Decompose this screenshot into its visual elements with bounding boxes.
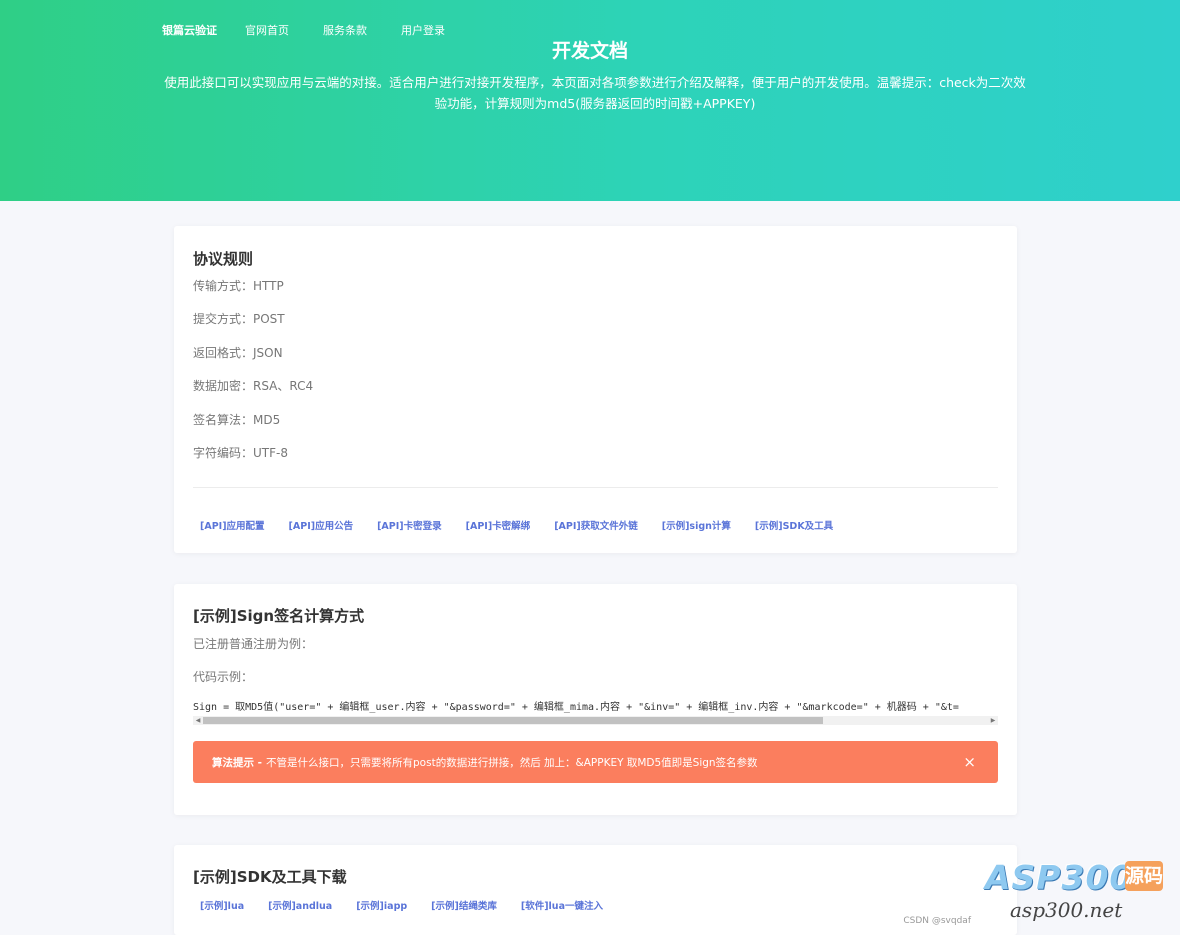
divider xyxy=(193,487,998,488)
sign-card: [示例]Sign签名计算方式 已注册普通注册为例： 代码示例： Sign = 取… xyxy=(174,584,1017,815)
protocol-title: 协议规则 xyxy=(193,250,254,268)
rule-charset: 字符编码：UTF-8 xyxy=(193,446,288,460)
page-title: 开发文档 xyxy=(551,40,628,62)
code-label: 代码示例： xyxy=(193,670,254,684)
watermark-badge: 源码 xyxy=(1125,861,1163,891)
link-sdk-tools[interactable]: [示例]SDK及工具 xyxy=(755,518,833,532)
link-sign-example[interactable]: [示例]sign计算 xyxy=(662,518,731,532)
page-description: 使用此接口可以实现应用与云端的对接。适合用户进行对接开发程序，本页面对各项参数进… xyxy=(160,72,1030,114)
rule-format: 返回格式：JSON xyxy=(193,346,283,360)
scrollbar-thumb[interactable] xyxy=(203,717,823,724)
algorithm-alert: 算法提示 - 不管是什么接口，只需要将所有post的数据进行拼接，然后 加上：&… xyxy=(193,741,998,783)
code-block[interactable]: Sign = 取MD5值("user=" + 编辑框_user.内容 + "&p… xyxy=(193,701,998,725)
link-lua-inject[interactable]: [软件]lua一键注入 xyxy=(521,898,603,912)
link-lua[interactable]: [示例]lua xyxy=(200,898,244,912)
alert-text: 不管是什么接口，只需要将所有post的数据进行拼接，然后 加上：&APPKEY … xyxy=(266,756,758,769)
link-andlua[interactable]: [示例]andlua xyxy=(268,898,332,912)
rule-method: 提交方式：POST xyxy=(193,312,285,326)
close-icon[interactable]: × xyxy=(963,753,976,771)
sdk-card: [示例]SDK及工具下载 [示例]lua [示例]andlua [示例]iapp… xyxy=(174,845,1017,935)
rule-encryption: 数据加密：RSA、RC4 xyxy=(193,379,314,393)
rule-signature: 签名算法：MD5 xyxy=(193,413,281,427)
sign-title: [示例]Sign签名计算方式 xyxy=(193,607,365,625)
sign-subtitle: 已注册普通注册为例： xyxy=(193,637,314,651)
protocol-card: 协议规则 传输方式：HTTP 提交方式：POST 返回格式：JSON 数据加密：… xyxy=(174,226,1017,553)
code-text: Sign = 取MD5值("user=" + 编辑框_user.内容 + "&p… xyxy=(193,702,959,713)
api-links: [API]应用配置 [API]应用公告 [API]卡密登录 [API]卡密解绑 … xyxy=(200,518,857,532)
link-app-notice[interactable]: [API]应用公告 xyxy=(289,518,354,532)
sdk-links: [示例]lua [示例]andlua [示例]iapp [示例]结绳类库 [软件… xyxy=(200,898,627,912)
link-card-unbind[interactable]: [API]卡密解绑 xyxy=(466,518,531,532)
alert-label: 算法提示 - xyxy=(212,756,263,769)
csdn-credit: CSDN @svqdaf xyxy=(903,916,971,926)
page-description-line2: 验功能，计算规则为md5(服务器返回的时间戳+APPKEY) xyxy=(434,96,756,111)
watermark-asp-text: ASP300 xyxy=(985,858,1134,897)
scroll-left-icon[interactable]: ◀ xyxy=(193,716,203,725)
link-card-login[interactable]: [API]卡密登录 xyxy=(377,518,442,532)
asp300-watermark: ASP300 源码 asp300.net xyxy=(985,858,1180,935)
link-file-link[interactable]: [API]获取文件外链 xyxy=(554,518,638,532)
watermark-url: asp300.net xyxy=(1010,898,1123,922)
link-iapp[interactable]: [示例]iapp xyxy=(356,898,407,912)
link-app-config[interactable]: [API]应用配置 xyxy=(200,518,265,532)
page-description-line1: 使用此接口可以实现应用与云端的对接。适合用户进行对接开发程序，本页面对各项参数进… xyxy=(164,75,1026,90)
hero-banner: 银篇云验证 官网首页 服务条款 用户登录 开发文档 使用此接口可以实现应用与云端… xyxy=(0,0,1180,201)
code-scrollbar[interactable]: ◀ ▶ xyxy=(193,716,998,725)
link-jieshen[interactable]: [示例]结绳类库 xyxy=(431,898,497,912)
scroll-right-icon[interactable]: ▶ xyxy=(988,716,998,725)
sdk-title: [示例]SDK及工具下载 xyxy=(193,868,347,886)
rule-transport: 传输方式：HTTP xyxy=(193,279,284,293)
